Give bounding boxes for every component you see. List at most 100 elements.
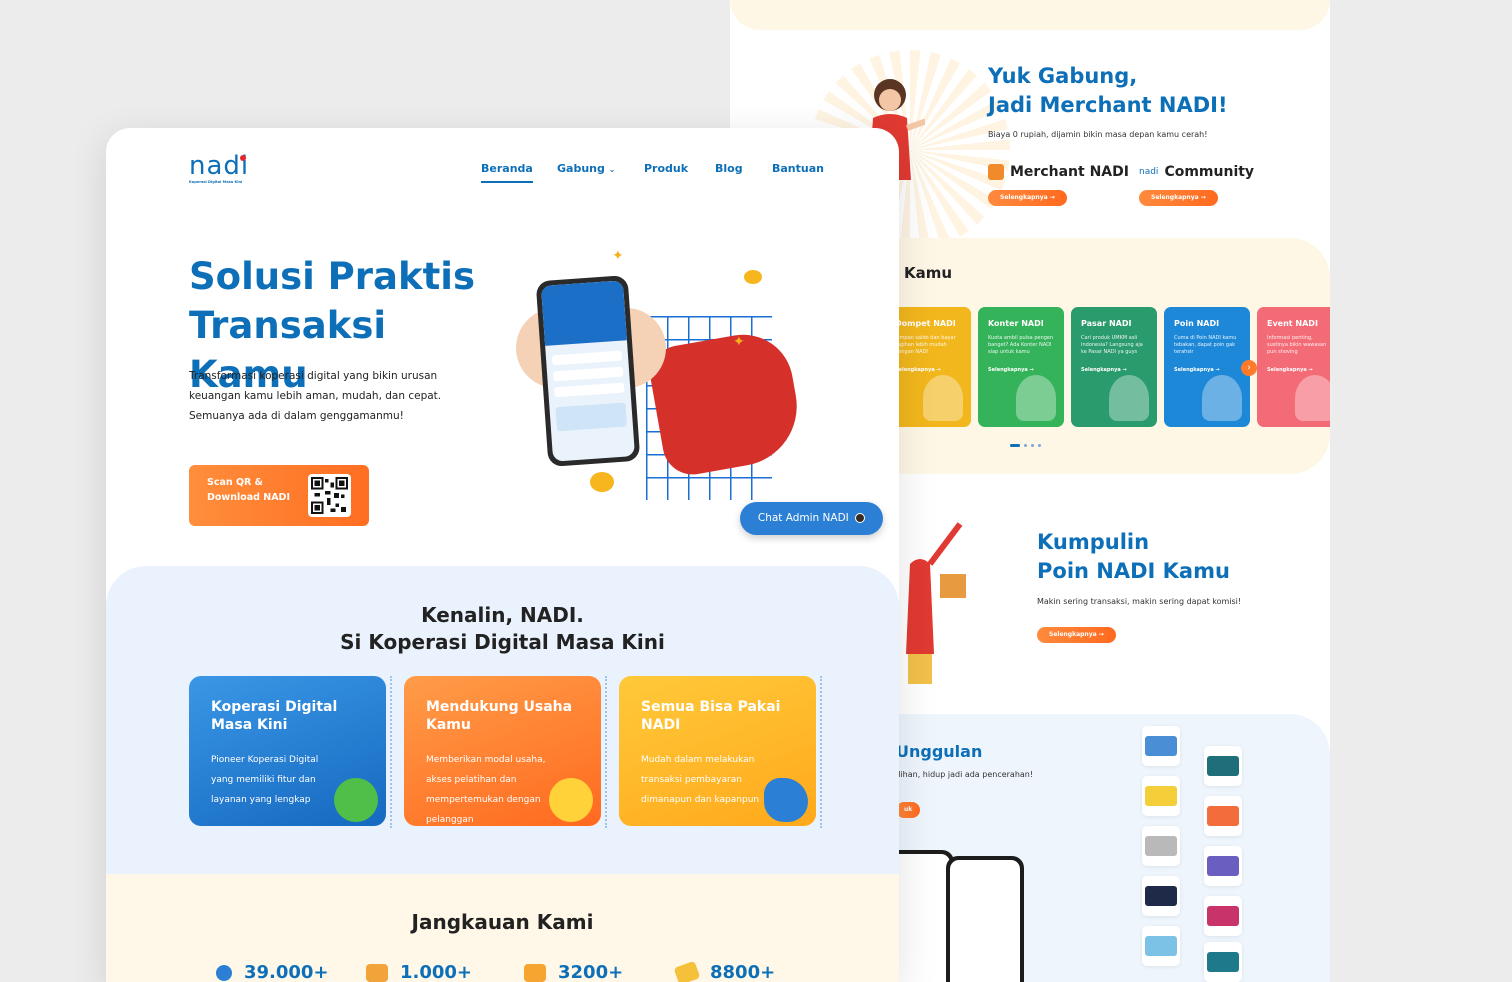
chat-admin-button[interactable]: Chat Admin NADI [740, 502, 883, 535]
feature-card-title: Semua Bisa Pakai NADI [641, 699, 781, 733]
hero-description: Transformasi koperasi digital yang bikin… [189, 370, 442, 422]
carousel-dot[interactable] [1024, 444, 1027, 447]
dotted-divider [605, 676, 608, 828]
stat-item: 1.000+ [366, 962, 472, 982]
feature-card-title: Koperasi Digital Masa Kini [211, 699, 338, 733]
product-card-desc: Kuota ambil pulsa pengen banget? Ada Kon… [988, 335, 1054, 355]
product-card-link[interactable]: Selengkapnya → [988, 367, 1034, 373]
card-thumbnail[interactable] [1204, 796, 1242, 836]
navbar: nadi Koperasi Digital Masa Kini Beranda … [106, 128, 899, 218]
product-card-desc: Cari produk UMKM asli Indonesia? Langsun… [1081, 335, 1143, 355]
product-card-link[interactable]: Selengkapnya → [1081, 367, 1127, 373]
stat-item: 3200+ [524, 962, 623, 982]
coin-icon [744, 270, 762, 284]
product-card-link[interactable]: Selengkapnya → [1267, 367, 1313, 373]
unggulan-more-button[interactable]: uk [896, 802, 921, 818]
card-thumbnail[interactable] [1142, 726, 1180, 766]
poin-title: Kumpulin Poin NADI Kamu [1037, 528, 1230, 586]
admin-avatar-icon [855, 513, 866, 523]
logo-dot [240, 155, 246, 161]
product-card-poin[interactable]: Poin NADI Cuma di Poin NADI kamu tebakan… [1164, 307, 1250, 427]
feature-card-usaha: Mendukung Usaha Kamu Memberikan modal us… [404, 676, 601, 826]
product-card-konter[interactable]: Konter NADI Kuota ambil pulsa pengen ban… [978, 307, 1064, 427]
intro-section: Kenalin, NADI. Si Koperasi Digital Masa … [106, 566, 899, 906]
landing-page: nadi Koperasi Digital Masa Kini Beranda … [106, 128, 899, 982]
sleeve-illustration [645, 326, 807, 480]
gift-illustration [1202, 375, 1242, 421]
carousel-dot[interactable] [1038, 444, 1041, 447]
reach-title: Jangkauan Kami [411, 910, 594, 934]
community-option: nadi Community [1139, 164, 1254, 180]
ticket-icon [673, 960, 701, 982]
stat-value: 1.000+ [400, 962, 473, 982]
dotted-divider [820, 676, 823, 828]
product-card-link[interactable]: Selengkapnya → [1174, 367, 1220, 373]
card-thumbnail[interactable] [1142, 876, 1180, 916]
store-icon [366, 963, 388, 982]
feature-card-desc: Pioneer Koperasi Digital yang memiliki f… [211, 755, 319, 805]
merchant-more-button[interactable]: Selengkapnya → [988, 190, 1067, 206]
card-thumbnail[interactable] [1142, 826, 1180, 866]
carousel-dot[interactable] [1031, 444, 1034, 447]
product-card-pasar[interactable]: Pasar NADI Cari produk UMKM asli Indones… [1071, 307, 1157, 427]
poin-more-button[interactable]: Selengkapnya → [1037, 627, 1116, 643]
merchant-option: Merchant NADI [988, 164, 1129, 180]
merchant-title-line2: Jadi Merchant NADI! [988, 93, 1228, 117]
nav-beranda[interactable]: Beranda [481, 162, 533, 183]
poin-description: Makin sering transaksi, makin sering dap… [1037, 597, 1242, 606]
product-card-title: Konter NADI [988, 319, 1044, 328]
nav-produk[interactable]: Produk [644, 162, 688, 175]
stat-value: 8800+ [710, 962, 776, 982]
card-thumbnail[interactable] [1204, 846, 1242, 886]
merchant-title: Yuk Gabung, Jadi Merchant NADI! [988, 62, 1308, 120]
scan-qr-download-button[interactable]: Scan QR & Download NADI [189, 465, 369, 526]
product-card-title: Event NADI [1267, 319, 1318, 328]
dotted-divider [390, 676, 393, 828]
hero-phone-hand-illustration: ✦ ✦ [506, 248, 836, 508]
product-card-title: Pasar NADI [1081, 319, 1132, 328]
product-card-link[interactable]: Selengkapnya → [895, 367, 941, 373]
merchant-option-label: Merchant NADI [1010, 164, 1129, 180]
sparkle-icon: ✦ [612, 248, 624, 264]
carousel-next-icon[interactable]: › [1241, 360, 1257, 376]
blob-decoration [764, 778, 808, 822]
carousel-dot[interactable] [1010, 444, 1020, 447]
intro-title-line2: Si Koperasi Digital Masa Kini [340, 630, 665, 654]
product-card-desc: Cuma di Poin NADI kamu tebakan, dapat po… [1174, 335, 1237, 355]
card-thumbnail[interactable] [1142, 926, 1180, 966]
feature-card-desc: Mudah dalam melakukan transaksi pembayar… [641, 755, 760, 805]
product-card-title: Poin NADI [1174, 319, 1220, 328]
section-top-strip [730, 0, 1330, 30]
product-card-desc: Simpan saldo dan bayar tagihan lebih mud… [895, 335, 956, 355]
globe-icon [216, 964, 232, 981]
product-card-event[interactable]: Event NADI Informasi penting, sustinya b… [1257, 307, 1330, 427]
nav-blog[interactable]: Blog [715, 162, 743, 175]
stat-item: 39.000+ [216, 962, 329, 982]
carousel-dots[interactable] [1010, 444, 1041, 447]
card-thumbnail[interactable] [1204, 896, 1242, 936]
nav-bantuan[interactable]: Bantuan [772, 162, 824, 175]
shopping-bag-icon [988, 164, 1004, 180]
poin-title-line1: Kumpulin [1037, 530, 1150, 554]
lightbulb-icon [549, 778, 593, 822]
chat-admin-label: Chat Admin NADI [757, 512, 849, 524]
reach-section: Jangkauan Kami 39.000+ 1.000+ 3200+ 8800… [106, 874, 899, 982]
phone-mockup [946, 856, 1024, 982]
basket-illustration [1109, 375, 1149, 421]
stat-value: 39.000+ [244, 962, 329, 982]
card-thumbnail[interactable] [1204, 942, 1242, 982]
merchant-title-line1: Yuk Gabung, [988, 64, 1138, 88]
product-card-title: Dompet NADI [895, 319, 956, 328]
nadi-logo[interactable]: nadi Koperasi Digital Masa Kini [189, 152, 249, 184]
feature-card-koperasi: Koperasi Digital Masa Kini Pioneer Koper… [189, 676, 386, 826]
community-more-button[interactable]: Selengkapnya → [1139, 190, 1218, 206]
card-thumbnail[interactable] [1142, 776, 1180, 816]
nav-gabung-label: Gabung [557, 162, 605, 175]
phone-mockup [535, 275, 641, 467]
feature-card-semua: Semua Bisa Pakai NADI Mudah dalam melaku… [619, 676, 816, 826]
card-thumbnail[interactable] [1204, 746, 1242, 786]
character-illustration [923, 375, 963, 421]
poin-title-line2: Poin NADI Kamu [1037, 559, 1230, 583]
sparkle-icon: ✦ [733, 334, 745, 350]
nav-gabung[interactable]: Gabung ⌄ [557, 162, 615, 175]
